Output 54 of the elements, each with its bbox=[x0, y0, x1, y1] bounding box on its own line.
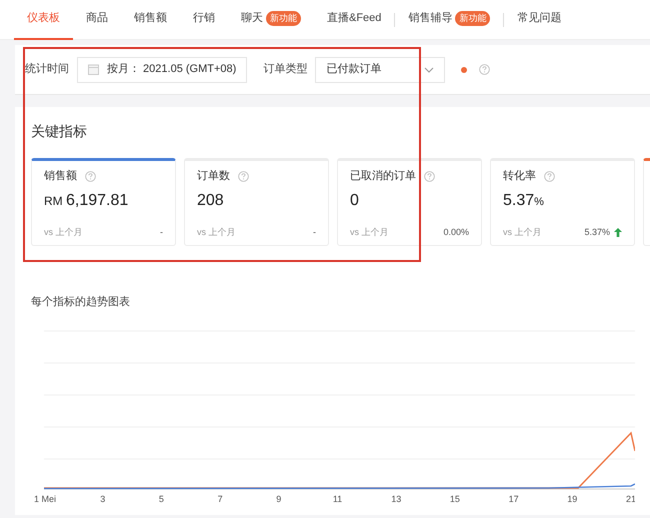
help-icon bbox=[479, 64, 490, 75]
axis-label: 9 bbox=[276, 494, 282, 504]
nav-tab[interactable]: 仪表板 bbox=[14, 0, 73, 40]
change-value: - bbox=[313, 226, 316, 238]
filter-label: 统计时间 bbox=[25, 62, 69, 78]
chevron-down-icon bbox=[424, 66, 434, 72]
compare-label: vs 上个月 bbox=[44, 226, 83, 238]
change-value: 0.00% bbox=[443, 226, 469, 238]
axis-label: 5 bbox=[158, 494, 164, 504]
axis-label: 19 bbox=[567, 494, 578, 504]
metric-label: 订单数 bbox=[197, 169, 230, 184]
compare-label: vs 上个月 bbox=[503, 226, 542, 238]
metric-label: 转化率 bbox=[503, 168, 536, 184]
axis-label: 1 Mei bbox=[34, 494, 56, 504]
status-dot-icon bbox=[461, 66, 468, 72]
metric-card[interactable]: 订单数 208 vs 上个月 - bbox=[184, 158, 329, 246]
nav-tab[interactable]: 销售额 bbox=[121, 0, 180, 40]
axis-label: 13 bbox=[391, 494, 402, 504]
axis-label: 17 bbox=[508, 494, 519, 504]
metric-label: 销售额 bbox=[44, 168, 77, 184]
help-icon bbox=[424, 170, 435, 182]
compare-label: vs 上个月 bbox=[197, 226, 236, 238]
axis-label: 3 bbox=[100, 494, 106, 504]
calendar-icon bbox=[88, 64, 99, 75]
metric-card[interactable]: 销售额 RM 6,197.81 vs 上个月 - bbox=[31, 158, 176, 246]
nav-tab[interactable]: 销售辅导 新功能 bbox=[395, 0, 504, 40]
order-type-select[interactable]: 已付款订单 bbox=[315, 56, 446, 82]
nav-tab[interactable]: 商品 bbox=[73, 0, 121, 40]
metric-value: RM 6,197.81 bbox=[44, 190, 130, 210]
metric-label: 已取消的订单 bbox=[350, 169, 416, 184]
compare-label: vs 上个月 bbox=[350, 226, 389, 238]
help-icon bbox=[238, 170, 249, 182]
nav-tab[interactable]: 常见问题 bbox=[504, 0, 574, 40]
new-badge: 新功能 bbox=[266, 10, 301, 26]
nav-tab[interactable]: 聊天 新功能 bbox=[228, 0, 314, 40]
help-icon bbox=[85, 170, 96, 182]
metric-value: 5.37% bbox=[503, 190, 545, 210]
metric-value: 208 bbox=[197, 190, 225, 210]
nav-tab[interactable]: 直播&Feed bbox=[314, 0, 394, 40]
change-value: 5.37% bbox=[584, 226, 610, 238]
metric-card[interactable]: 已取消的订单 0 vs 上个月 0.00% bbox=[337, 158, 482, 246]
axis-label: 15 bbox=[450, 494, 460, 504]
axis-label: 7 bbox=[218, 494, 223, 504]
section-title: 关键指标 bbox=[31, 122, 88, 141]
axis-label: 11 bbox=[332, 494, 342, 504]
new-badge: 新功能 bbox=[455, 10, 490, 26]
date-picker[interactable]: 按月： 2021.05 (GMT+08) bbox=[77, 56, 248, 82]
nav-tab[interactable]: 行销 bbox=[180, 0, 228, 40]
metric-card[interactable]: 转化率 5.37% vs 上个月 5.37% bbox=[490, 158, 635, 246]
chart-title: 每个指标的趋势图表 bbox=[31, 294, 131, 310]
metric-value: 0 bbox=[350, 190, 360, 210]
change-value: - bbox=[160, 226, 163, 238]
filter-label: 订单类型 bbox=[263, 62, 308, 78]
help-icon bbox=[544, 170, 555, 182]
